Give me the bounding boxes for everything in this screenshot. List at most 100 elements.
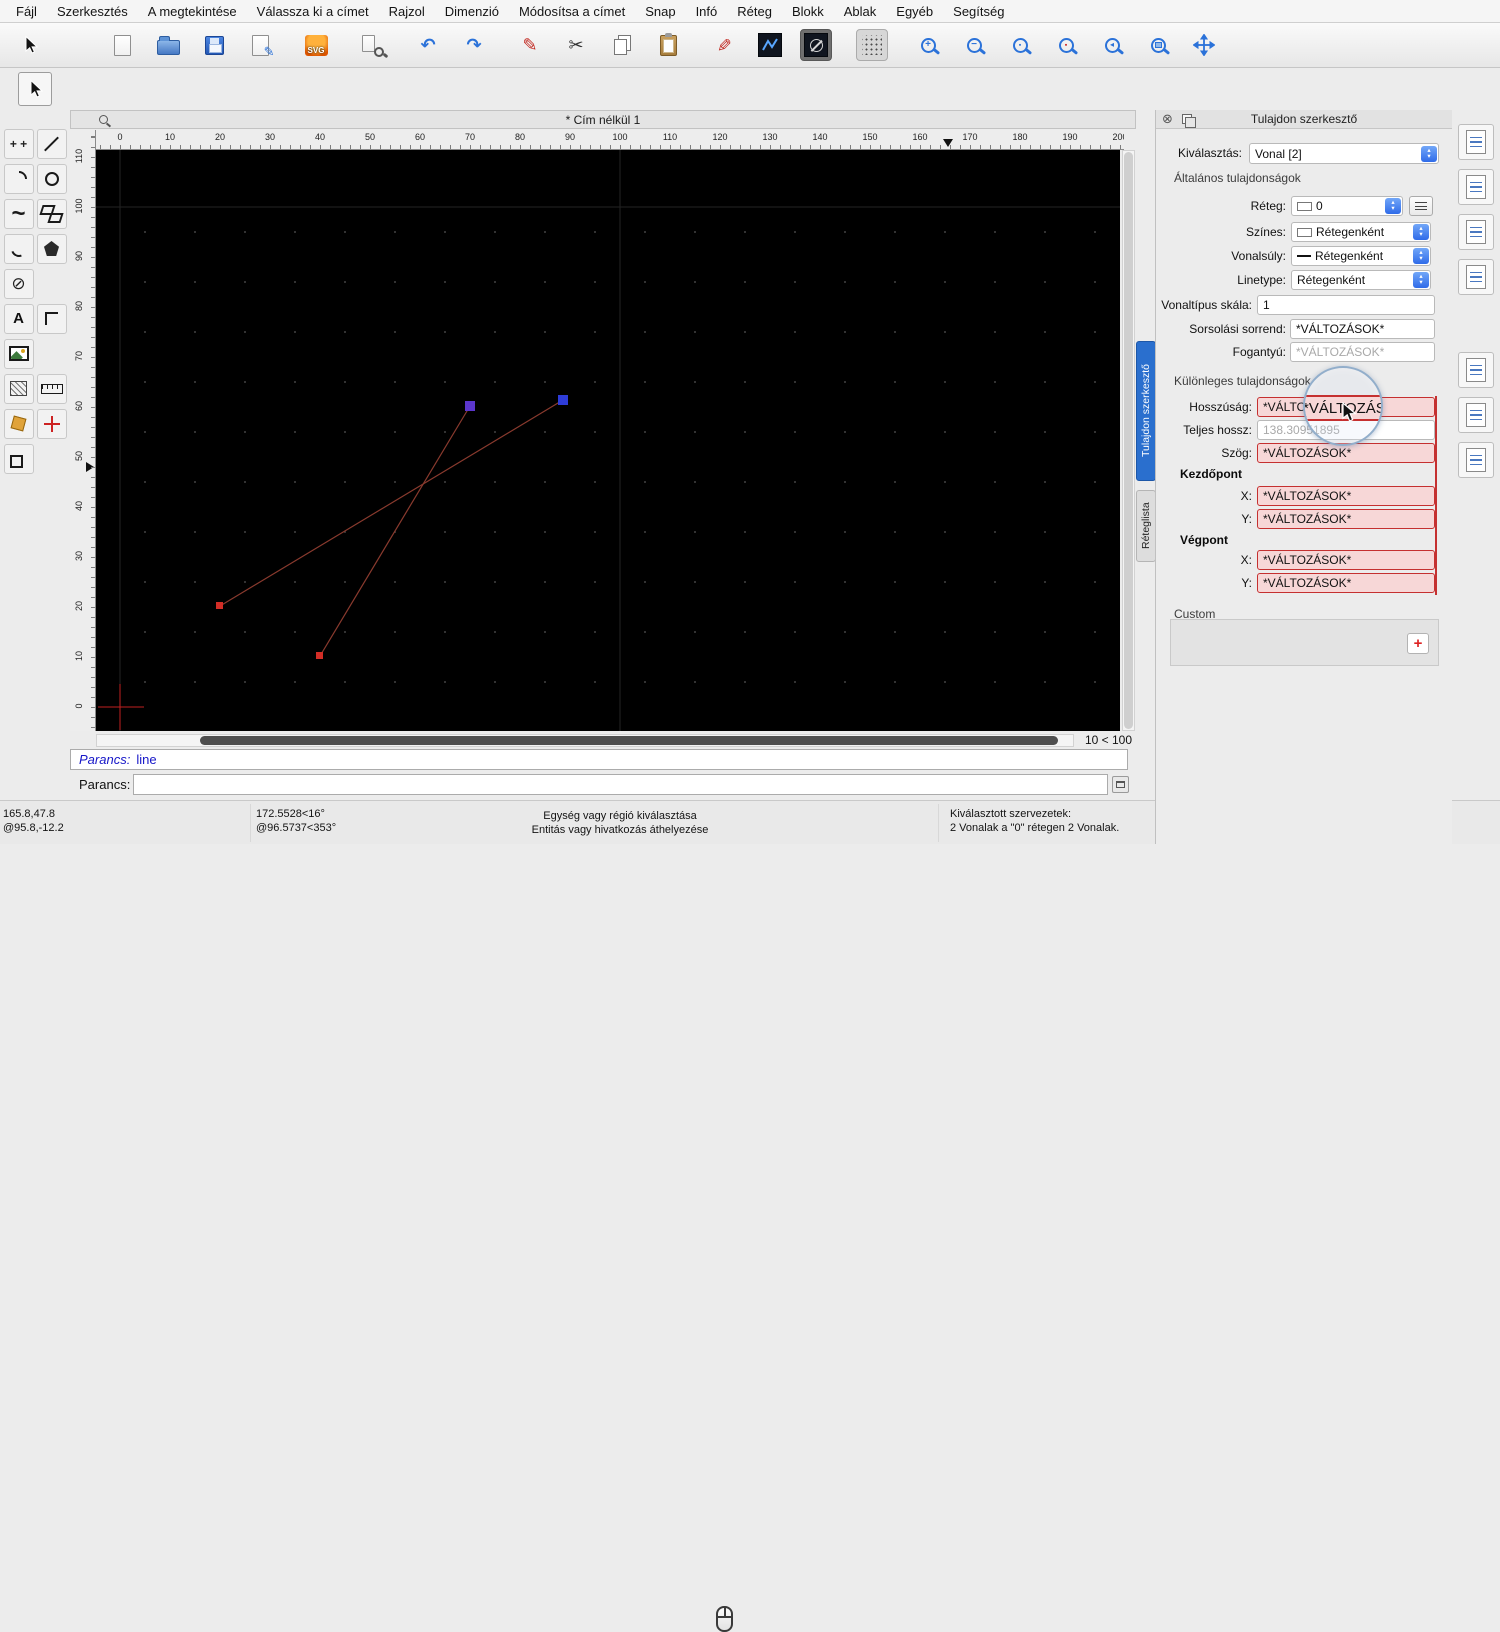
- menu-item-1[interactable]: Fájl: [6, 0, 47, 23]
- draw-curve-tool-button[interactable]: [3, 233, 34, 264]
- menu-item-2[interactable]: Szerkesztés: [47, 0, 138, 23]
- add-custom-property-button[interactable]: +: [1407, 633, 1429, 654]
- zoom-in-button[interactable]: +: [912, 29, 944, 61]
- drawing-canvas[interactable]: [96, 150, 1120, 731]
- menu-item-6[interactable]: Dimenzió: [435, 0, 509, 23]
- start-x-input[interactable]: *VÁLTOZÁSOK*: [1257, 486, 1435, 506]
- zoom-out-button[interactable]: −: [958, 29, 990, 61]
- circle-slash-button[interactable]: [800, 29, 832, 61]
- edit-drawing-button[interactable]: ✎: [244, 29, 276, 61]
- save-file-button[interactable]: [198, 29, 230, 61]
- linetype-combo[interactable]: Rétegenként ▴ ▾: [1291, 270, 1431, 290]
- v-ruler-label: 100: [74, 198, 84, 214]
- redo-button[interactable]: ↷: [458, 29, 490, 61]
- block-list-dock-icon[interactable]: [1458, 214, 1494, 250]
- selection-combo[interactable]: Vonal [2] ▴ ▾: [1249, 143, 1439, 164]
- print-preview-button[interactable]: [356, 29, 388, 61]
- edit-pen-button[interactable]: ✎: [708, 29, 740, 61]
- new-file-button[interactable]: [106, 29, 138, 61]
- library-browser-dock-icon[interactable]: [1458, 352, 1494, 388]
- svg-export-button[interactable]: SVG: [300, 29, 332, 61]
- undo-button[interactable]: ↶: [412, 29, 444, 61]
- line2-end-handle[interactable]: [465, 401, 475, 411]
- zoom-auto-button[interactable]: ▪: [1004, 29, 1036, 61]
- pointer-tool-button[interactable]: [18, 72, 52, 106]
- zoom-window-button[interactable]: [1142, 29, 1174, 61]
- command-input[interactable]: [133, 774, 1108, 795]
- panel-detach-icon[interactable]: [1182, 114, 1196, 128]
- paste-button[interactable]: [652, 29, 684, 61]
- snap-tool-tool-button[interactable]: [36, 408, 67, 439]
- property-editor-dock-icon[interactable]: [1458, 124, 1494, 160]
- command-history-dock-icon[interactable]: [1458, 397, 1494, 433]
- canvas-vertical-scrollbar[interactable]: [1122, 150, 1135, 731]
- menu-item-14[interactable]: Segítség: [943, 0, 1014, 23]
- v-scroll-thumb[interactable]: [1124, 152, 1133, 729]
- tab-property-editor[interactable]: Tulajdon szerkesztő: [1136, 341, 1156, 481]
- lineweight-combo[interactable]: Rétegenként ▴ ▾: [1291, 246, 1431, 266]
- menu-item-9[interactable]: Infó: [686, 0, 728, 23]
- grid-dots-button[interactable]: [856, 29, 888, 61]
- draw-spline-tool-button[interactable]: ~: [3, 198, 34, 229]
- color-combo[interactable]: Rétegenként ▴ ▾: [1291, 222, 1431, 242]
- linetype-scale-input[interactable]: 1: [1257, 295, 1435, 315]
- draw-polygon-tool-button[interactable]: [36, 233, 67, 264]
- layer-options-button[interactable]: [1409, 196, 1433, 216]
- menu-item-11[interactable]: Blokk: [782, 0, 834, 23]
- line1-start-handle[interactable]: [216, 602, 223, 609]
- drawn-line-1[interactable]: [219, 399, 564, 607]
- angle-input[interactable]: *VÁLTOZÁSOK*: [1257, 443, 1435, 463]
- insert-image-tool-button[interactable]: [3, 338, 34, 369]
- start-y-input[interactable]: *VÁLTOZÁSOK*: [1257, 509, 1435, 529]
- draw-shapes-tool-button[interactable]: [36, 198, 67, 229]
- command-history: Parancs: line: [70, 749, 1128, 770]
- end-y-input[interactable]: *VÁLTOZÁSOK*: [1257, 573, 1435, 593]
- draw-hatch-tool-button[interactable]: [3, 373, 34, 404]
- command-options-button[interactable]: [1112, 776, 1129, 793]
- add-points-tool-button[interactable]: + +: [3, 128, 34, 159]
- line1-end-handle[interactable]: [558, 395, 568, 405]
- menu-item-5[interactable]: Rajzol: [379, 0, 435, 23]
- end-x-input[interactable]: *VÁLTOZÁSOK*: [1257, 550, 1435, 570]
- open-file-button[interactable]: [152, 29, 184, 61]
- draw-pen-button[interactable]: ✎: [514, 29, 546, 61]
- draw-ellipse-tool-button[interactable]: ⊘: [3, 268, 34, 299]
- shape-library-tool-button[interactable]: [3, 408, 34, 439]
- layer-combo[interactable]: 0 ▴ ▾: [1291, 196, 1403, 216]
- dimension-tool-button[interactable]: [36, 303, 67, 334]
- pan-button[interactable]: [1188, 29, 1220, 61]
- zoom-selection-button[interactable]: ▪: [1050, 29, 1082, 61]
- draw-circle-tool-button[interactable]: [36, 163, 67, 194]
- selection-button[interactable]: [14, 29, 46, 61]
- status-divider: [938, 804, 939, 842]
- solid-box-tool-button[interactable]: [3, 443, 34, 474]
- menu-item-7[interactable]: Módosítsa a címet: [509, 0, 635, 23]
- layer-list-dock-icon[interactable]: [1458, 169, 1494, 205]
- selection-filter-dock-icon[interactable]: [1458, 442, 1494, 478]
- view-list-dock-icon[interactable]: [1458, 259, 1494, 295]
- menu-item-3[interactable]: A megtekintése: [138, 0, 247, 23]
- cut-button[interactable]: ✂: [560, 29, 592, 61]
- zoom-previous-button[interactable]: ◂: [1096, 29, 1128, 61]
- copy-button[interactable]: [606, 29, 638, 61]
- line2-start-handle[interactable]: [316, 652, 323, 659]
- draw-arc-tool-button[interactable]: [3, 163, 34, 194]
- polyline-chart-button[interactable]: [754, 29, 786, 61]
- canvas-horizontal-scrollbar[interactable]: [96, 734, 1074, 747]
- tab-layer-list[interactable]: Réteglista: [1136, 490, 1156, 562]
- drawn-line-2[interactable]: [319, 405, 471, 657]
- menu-item-4[interactable]: Válassza ki a címet: [247, 0, 379, 23]
- panel-close-icon[interactable]: ⊗: [1162, 112, 1173, 126]
- menu-item-8[interactable]: Snap: [635, 0, 685, 23]
- draw-order-input[interactable]: *VÁLTOZÁSOK*: [1290, 319, 1435, 339]
- measure-tool-button[interactable]: [36, 373, 67, 404]
- handle-input[interactable]: *VÁLTOZÁSOK*: [1290, 342, 1435, 362]
- h-scroll-thumb[interactable]: [200, 736, 1058, 745]
- h-ruler-label: 60: [414, 132, 426, 142]
- menu-item-13[interactable]: Egyéb: [886, 0, 943, 23]
- stepper-icon: ▴ ▾: [1413, 272, 1429, 288]
- draw-line-tool-button[interactable]: [36, 128, 67, 159]
- menu-item-10[interactable]: Réteg: [727, 0, 782, 23]
- draw-text-tool-button[interactable]: A: [3, 303, 34, 334]
- menu-item-12[interactable]: Ablak: [834, 0, 887, 23]
